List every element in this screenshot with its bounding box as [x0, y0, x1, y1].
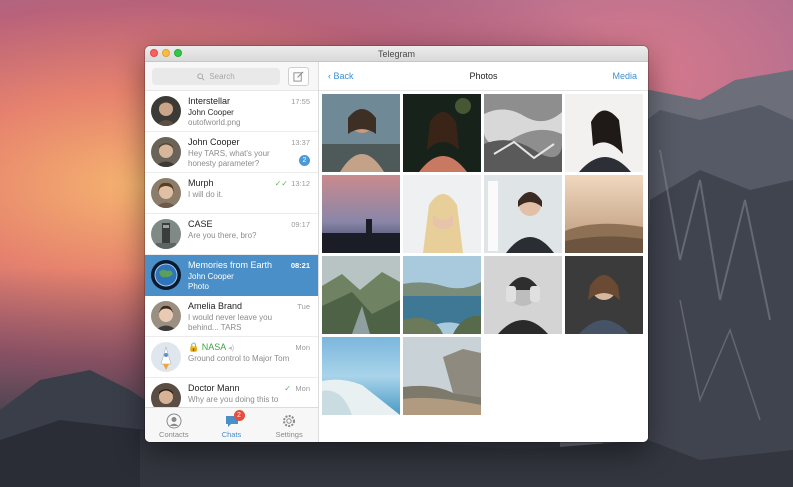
compose-button[interactable] [288, 67, 309, 86]
chat-preview: Why are you doing this to [188, 395, 279, 404]
avatar [151, 178, 181, 208]
tab-label: Settings [275, 430, 303, 439]
chat-time: 13:37 [291, 138, 310, 147]
chat-time: Mon [295, 343, 310, 352]
chat-time: 09:17 [291, 220, 310, 229]
gear-icon [283, 415, 296, 427]
photo-thumbnail[interactable] [403, 175, 481, 253]
chat-time: Tue [297, 302, 310, 311]
maximize-window-button[interactable] [174, 49, 182, 57]
tab-settings[interactable]: Settings [260, 408, 318, 442]
minimize-window-button[interactable] [162, 49, 170, 57]
photo-thumbnail[interactable] [484, 256, 562, 334]
tab-label: Contacts [159, 430, 189, 439]
chat-time: 17:55 [291, 97, 310, 106]
read-check-icon: ✓✓ [274, 179, 288, 188]
compose-icon [293, 71, 304, 82]
avatar [151, 137, 181, 167]
chat-time: 08:21 [290, 261, 310, 270]
chat-item-nasa[interactable]: 🔒 NASA ◂) Ground control to Major Tom Mo… [145, 337, 318, 378]
chat-time: Mon [295, 384, 310, 393]
close-window-button[interactable] [150, 49, 158, 57]
tab-label: Chats [221, 430, 242, 439]
nasa-name-text: NASA [201, 342, 226, 352]
photo-thumbnail[interactable] [565, 256, 643, 334]
photo-thumbnail[interactable] [403, 94, 481, 172]
telegram-window: Telegram Search Interstellar John Cooper… [145, 46, 648, 442]
photo-thumbnail[interactable] [484, 175, 562, 253]
avatar [151, 383, 181, 407]
chat-preview: outofworld.png [188, 118, 241, 127]
photo-thumbnail[interactable] [484, 94, 562, 172]
main-header: ‹ Back Photos Media [319, 62, 648, 91]
chat-name: Interstellar [188, 96, 231, 106]
photo-thumbnail[interactable] [403, 256, 481, 334]
search-row: Search [145, 62, 318, 91]
sent-check-icon: ✓ [284, 384, 291, 393]
chat-preview: Photo [188, 282, 209, 291]
title-bar: Telegram [145, 46, 648, 62]
chat-preview: I will do it. [188, 190, 224, 199]
chat-time: 13:12 [291, 179, 310, 188]
chat-list: Interstellar John Cooper outofworld.png … [145, 91, 318, 407]
chat-item-interstellar[interactable]: Interstellar John Cooper outofworld.png … [145, 91, 318, 132]
chat-preview: Are you there, bro? [188, 231, 257, 240]
chat-name: John Cooper [188, 137, 240, 147]
page-title: Photos [469, 71, 498, 81]
avatar [151, 342, 181, 372]
chat-preview-2: honesty parameter? [188, 159, 260, 168]
mute-icon: ◂) [228, 345, 235, 352]
photo-thumbnail[interactable] [565, 175, 643, 253]
chat-preview: Ground control to Major Tom [188, 354, 290, 363]
window-title: Telegram [377, 49, 415, 59]
photo-thumbnail[interactable] [322, 94, 400, 172]
chat-name: Memories from Earth [188, 260, 273, 270]
photo-grid [322, 94, 643, 415]
search-input[interactable]: Search [152, 68, 280, 85]
contacts-icon [166, 413, 182, 429]
avatar [151, 301, 181, 331]
photo-thumbnail[interactable] [322, 337, 400, 415]
bottom-tab-bar: Contacts 2 Chats Settings [145, 407, 318, 442]
chat-name: CASE [188, 219, 213, 229]
chat-preview: I would never leave you [188, 313, 273, 322]
sidebar: Search Interstellar John Cooper outofwor… [145, 62, 319, 442]
search-icon [197, 72, 205, 81]
media-button[interactable]: Media [612, 71, 637, 81]
avatar [151, 96, 181, 126]
search-placeholder: Search [209, 72, 235, 81]
chat-item-amelia-brand[interactable]: Amelia Brand I would never leave you beh… [145, 296, 318, 337]
photo-thumbnail[interactable] [403, 337, 481, 415]
photo-thumbnail[interactable] [322, 175, 400, 253]
chats-unread-badge: 2 [233, 410, 245, 421]
chat-item-murph[interactable]: Murph I will do it. ✓✓ 13:12 [145, 173, 318, 214]
chat-sender: John Cooper [188, 108, 234, 117]
photo-thumbnail[interactable] [322, 256, 400, 334]
lock-icon: 🔒 [188, 342, 200, 352]
tab-chats[interactable]: 2 Chats [203, 408, 261, 442]
chat-name: 🔒 NASA ◂) [188, 342, 234, 353]
avatar [151, 219, 181, 249]
chat-name: Doctor Mann [188, 383, 240, 393]
chat-sender: John Cooper [188, 272, 234, 281]
main-panel: ‹ Back Photos Media [319, 62, 648, 442]
chat-item-case[interactable]: CASE Are you there, bro? 09:17 [145, 214, 318, 255]
avatar [151, 260, 181, 290]
chat-name: Amelia Brand [188, 301, 243, 311]
chat-item-doctor-mann[interactable]: Doctor Mann Why are you doing this to ✓ … [145, 378, 318, 407]
tab-contacts[interactable]: Contacts [145, 408, 203, 442]
chat-name: Murph [188, 178, 214, 188]
chat-preview: Hey TARS, what's your [188, 149, 270, 158]
unread-badge: 2 [299, 155, 310, 166]
chat-preview-2: behind... TARS [188, 323, 242, 332]
chat-item-john-cooper[interactable]: John Cooper Hey TARS, what's your honest… [145, 132, 318, 173]
chat-item-memories-from-earth[interactable]: Memories from Earth John Cooper Photo 08… [145, 255, 318, 296]
photo-thumbnail[interactable] [565, 94, 643, 172]
